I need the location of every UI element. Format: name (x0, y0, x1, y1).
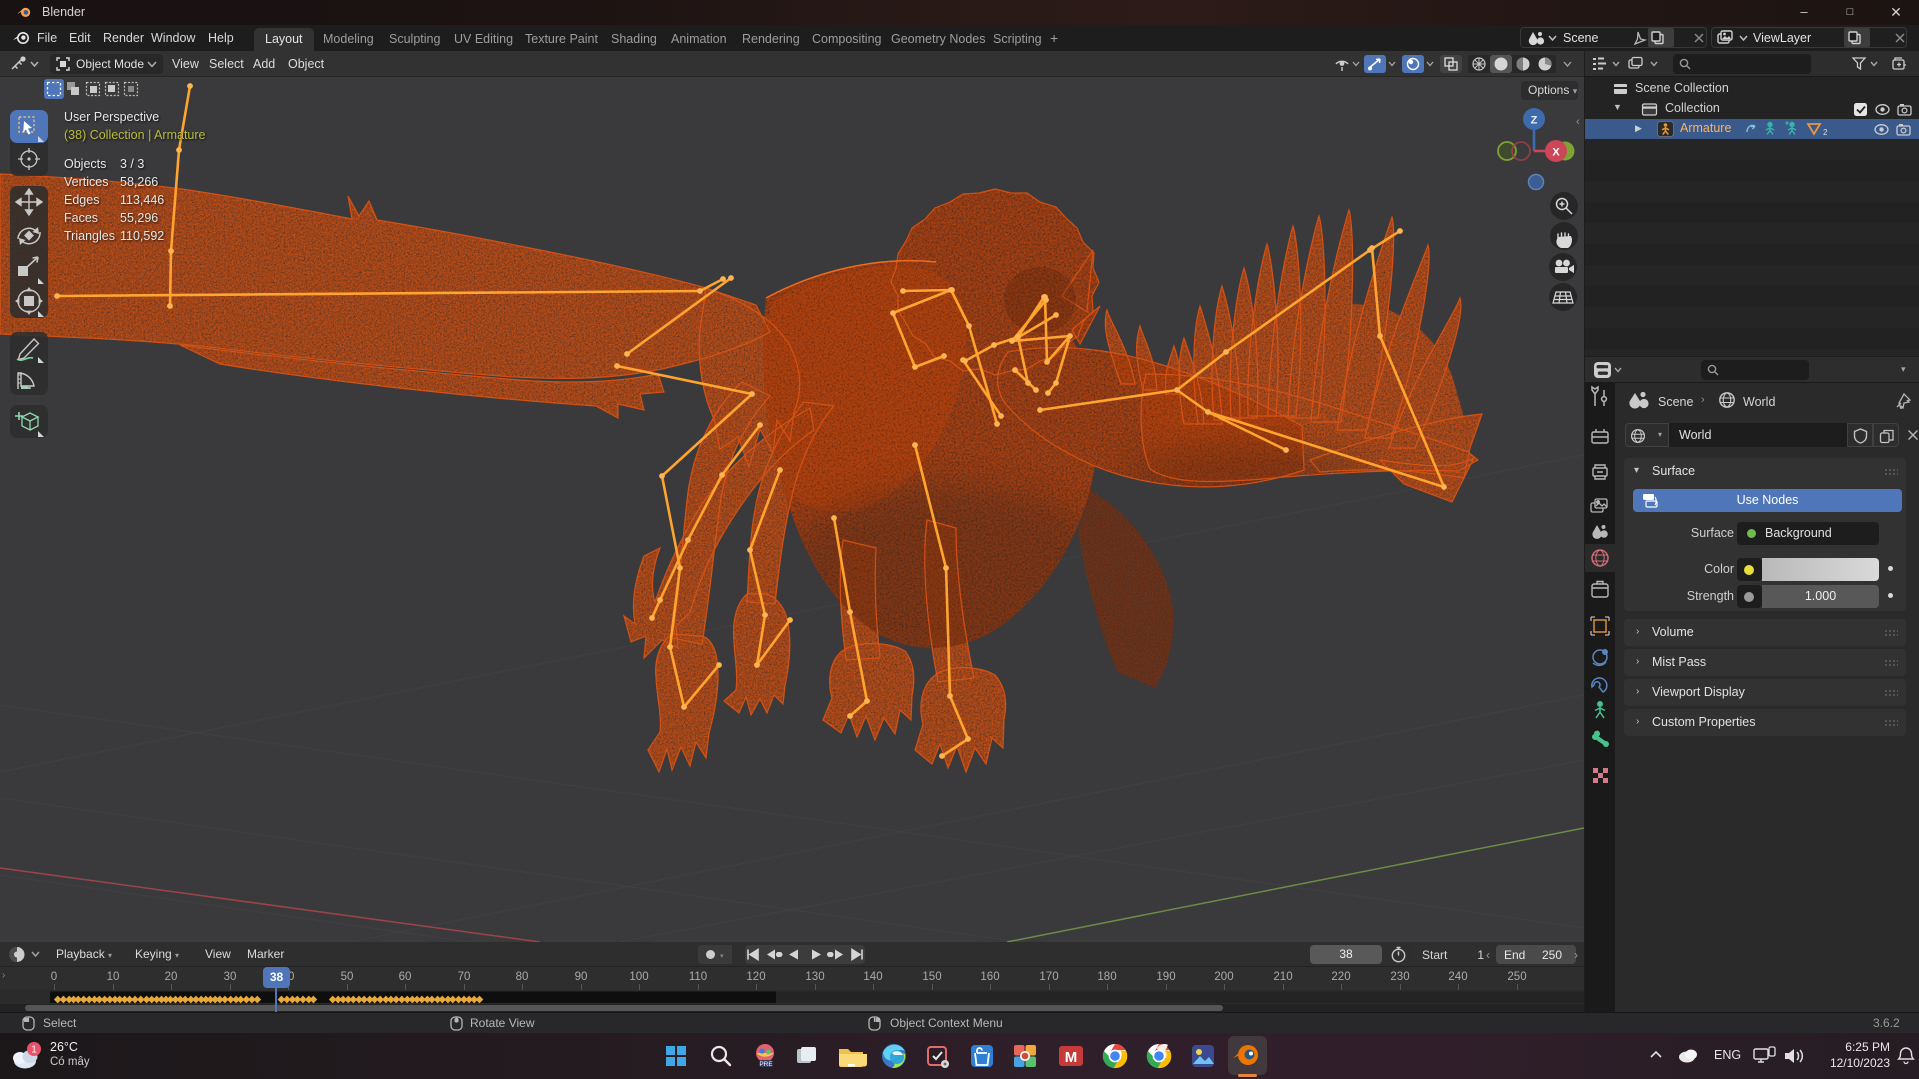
svg-text:1: 1 (31, 1045, 37, 1056)
svg-text:M: M (1065, 1049, 1078, 1066)
svg-text:X: X (1552, 147, 1560, 159)
svg-text:PRE: PRE (759, 1061, 773, 1068)
svg-text:2: 2 (1823, 128, 1828, 137)
svg-text:Z: Z (1531, 115, 1538, 127)
